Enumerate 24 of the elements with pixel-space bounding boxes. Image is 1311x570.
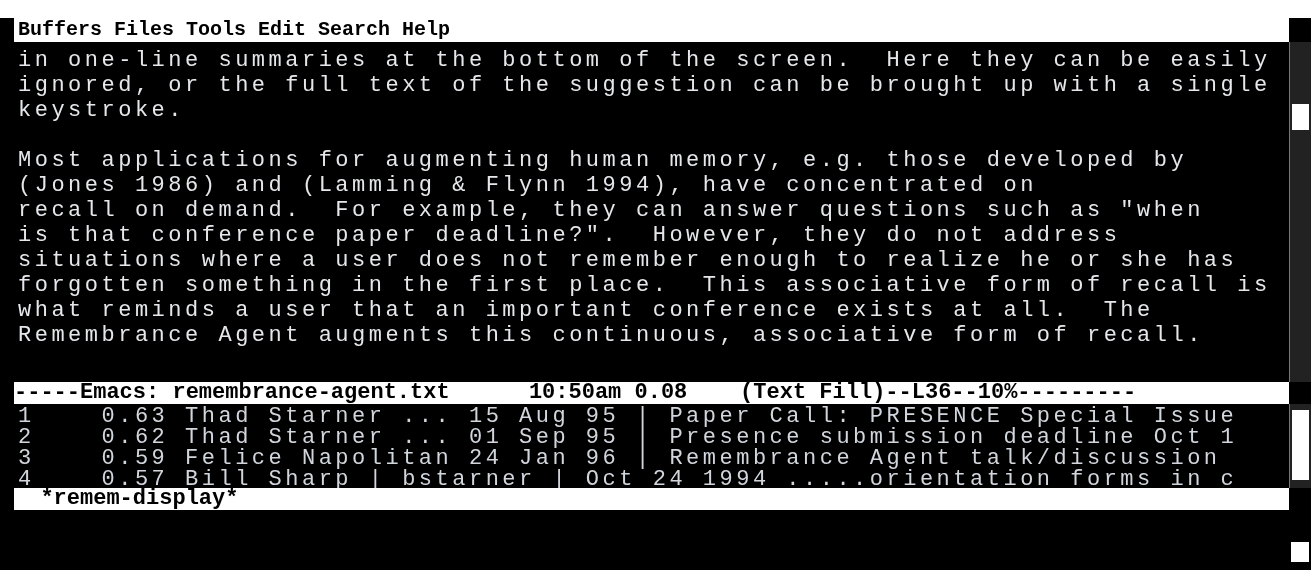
text-line: in one-line summaries at the bottom of the screen. Here they can be easily [17,48,1271,73]
suggestion-line[interactable]: 2 0.62 Thad Starner ... 01 Sep 95 | Presence submission deadline Oct 1 [14,427,1238,448]
text-line: recall on demand. For example, they can answer questions such as "when [17,198,1204,223]
menu-item[interactable]: Files [114,19,175,41]
menu-item[interactable]: Tools [186,19,247,41]
scrollbar[interactable] [1289,404,1311,488]
text-line: forgotten something in the first place. This associative form of recall is [17,273,1271,298]
menu-item[interactable]: Buffers [18,19,102,41]
suggestion-line[interactable]: 1 0.63 Thad Starner ... 15 Aug 95 | Paper Call: PRESENCE Special Issue [14,406,1238,427]
buffer-name: *remem-display* [39,488,239,510]
text-line: keystroke. [17,98,186,123]
scrollbar[interactable] [1291,542,1309,562]
menu-item[interactable]: Edit [258,19,307,41]
scrollbar[interactable] [1289,42,1311,382]
text-line: Most applications for augmenting human memory, e.g. those developed by [17,148,1188,173]
text-line: Remembrance Agent augments this continuous, associative form of recall. [17,323,1204,348]
menu-item[interactable]: Help [402,19,451,41]
text-line: situations where a user does not remember enough to realize he or she has [17,248,1238,273]
text-line: is that conference paper deadline?". However, they do not address [17,223,1121,248]
menu-item[interactable]: Search [318,19,391,41]
suggestion-line[interactable]: 3 0.59 Felice Napolitan 24 Jan 96 | Remembrance Agent talk/discussion [14,448,1221,469]
text-line: what reminds a user that an important conference exists at all. The [17,298,1154,323]
text-line: (Jones 1986) and (Lamming & Flynn 1994), have concentrated on [17,173,1037,198]
text-line: ignored, or the full text of the suggestion can be brought up with a single [17,73,1271,98]
